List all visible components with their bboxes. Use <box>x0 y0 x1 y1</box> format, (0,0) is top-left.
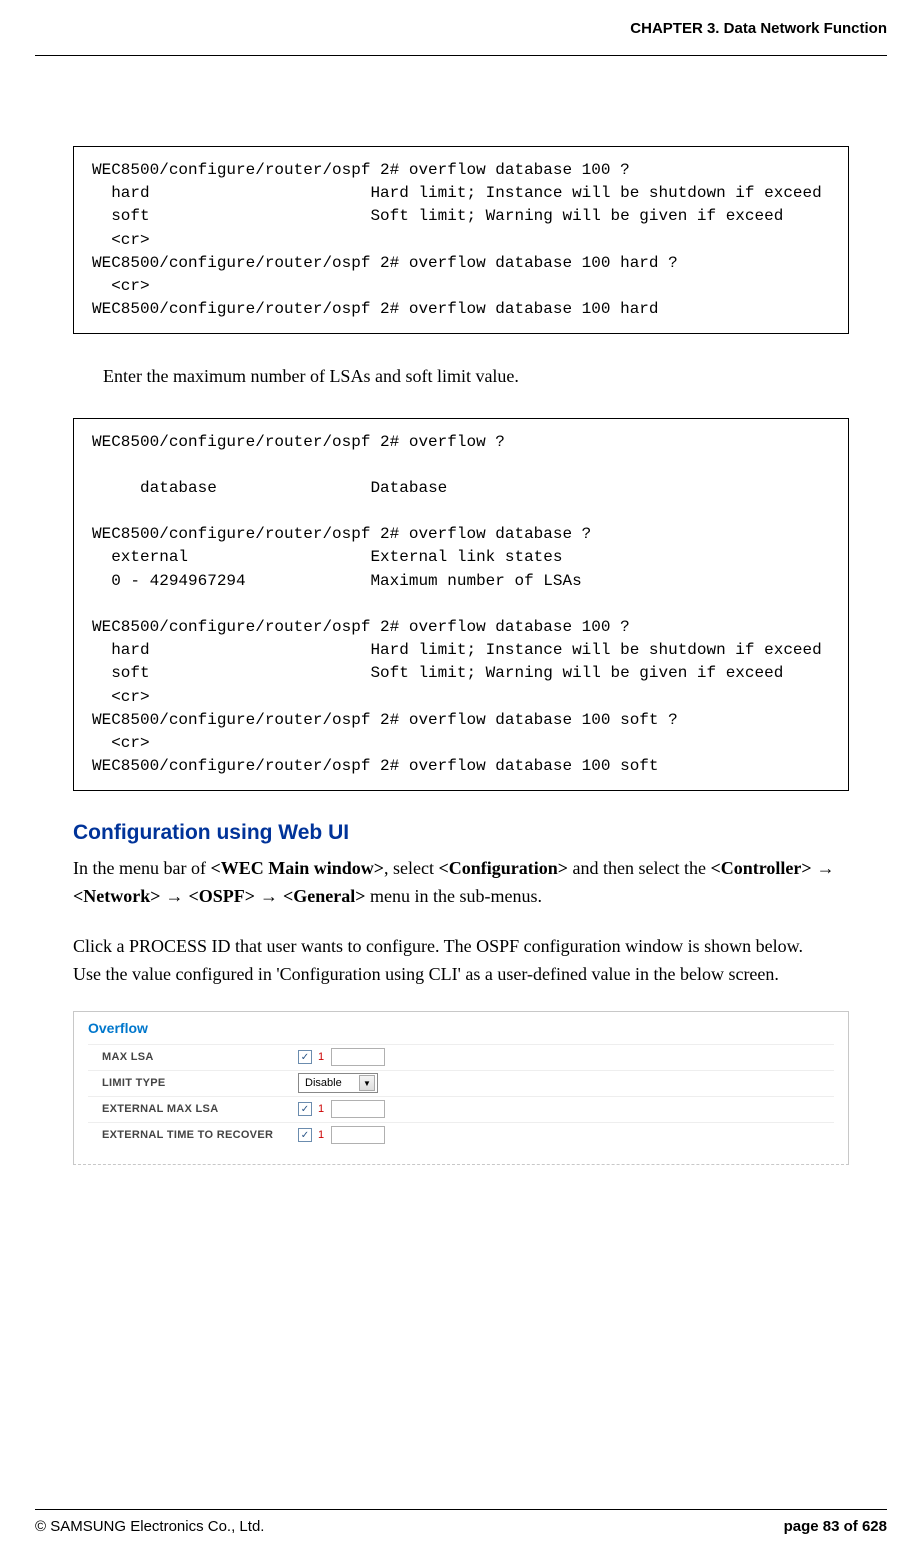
label-limit-type: LIMIT TYPE <box>88 1077 298 1089</box>
page-footer: © SAMSUNG Electronics Co., Ltd. page 83 … <box>35 1509 887 1535</box>
label-ext-time: EXTERNAL TIME TO RECOVER <box>88 1129 298 1141</box>
section-heading: Configuration using Web UI <box>73 821 849 845</box>
panel-title: Overflow <box>88 1020 834 1036</box>
header-divider <box>35 55 887 56</box>
p1-mid1: , select <box>384 858 438 878</box>
input-ext-max-lsa[interactable] <box>331 1100 385 1118</box>
input-ext-time[interactable] <box>331 1126 385 1144</box>
row-limit-type: LIMIT TYPE Disable ▼ <box>88 1070 834 1096</box>
p1-bold6: <General> <box>283 886 366 906</box>
arrow-icon: → <box>812 858 835 878</box>
row-max-lsa: MAX LSA ✓ 1 <box>88 1044 834 1070</box>
p1-mid2: and then select the <box>568 858 710 878</box>
p1-bold2: <Configuration> <box>438 858 568 878</box>
num-max-lsa: 1 <box>318 1051 324 1063</box>
select-value: Disable <box>305 1077 342 1089</box>
chevron-down-icon: ▼ <box>359 1075 375 1091</box>
input-max-lsa[interactable] <box>331 1048 385 1066</box>
arrow-icon: → <box>161 886 189 906</box>
paragraph-2: Click a PROCESS ID that user wants to co… <box>73 933 849 961</box>
paragraph-1: In the menu bar of <WEC Main window>, se… <box>73 855 849 911</box>
footer-copyright: © SAMSUNG Electronics Co., Ltd. <box>35 1518 264 1535</box>
select-limit-type[interactable]: Disable ▼ <box>298 1073 378 1093</box>
code-block-1: WEC8500/configure/router/ospf 2# overflo… <box>73 146 849 334</box>
row-external-max-lsa: EXTERNAL MAX LSA ✓ 1 <box>88 1096 834 1122</box>
instruction-text: Enter the maximum number of LSAs and sof… <box>103 364 849 389</box>
overflow-config-panel: Overflow MAX LSA ✓ 1 LIMIT TYPE Disable … <box>73 1011 849 1165</box>
p1-suffix: menu in the sub-menus. <box>366 886 542 906</box>
num-ext-time: 1 <box>318 1129 324 1141</box>
footer-divider <box>35 1509 887 1510</box>
p1-bold3: <Controller> <box>710 858 811 878</box>
footer-page-number: page 83 of 628 <box>784 1518 887 1535</box>
code-block-2: WEC8500/configure/router/ospf 2# overflo… <box>73 418 849 792</box>
p1-bold5: <OSPF> <box>189 886 256 906</box>
checkbox-max-lsa[interactable]: ✓ <box>298 1050 312 1064</box>
p1-bold1: <WEC Main window> <box>210 858 384 878</box>
row-external-time: EXTERNAL TIME TO RECOVER ✓ 1 <box>88 1122 834 1148</box>
checkbox-ext-time[interactable]: ✓ <box>298 1128 312 1142</box>
chapter-header: CHAPTER 3. Data Network Function <box>35 20 887 37</box>
label-ext-max-lsa: EXTERNAL MAX LSA <box>88 1103 298 1115</box>
arrow-icon: → <box>255 886 283 906</box>
num-ext-max-lsa: 1 <box>318 1103 324 1115</box>
paragraph-3: Use the value configured in 'Configurati… <box>73 961 849 989</box>
checkbox-ext-max-lsa[interactable]: ✓ <box>298 1102 312 1116</box>
p1-prefix: In the menu bar of <box>73 858 210 878</box>
label-max-lsa: MAX LSA <box>88 1051 298 1063</box>
p1-bold4: <Network> <box>73 886 161 906</box>
